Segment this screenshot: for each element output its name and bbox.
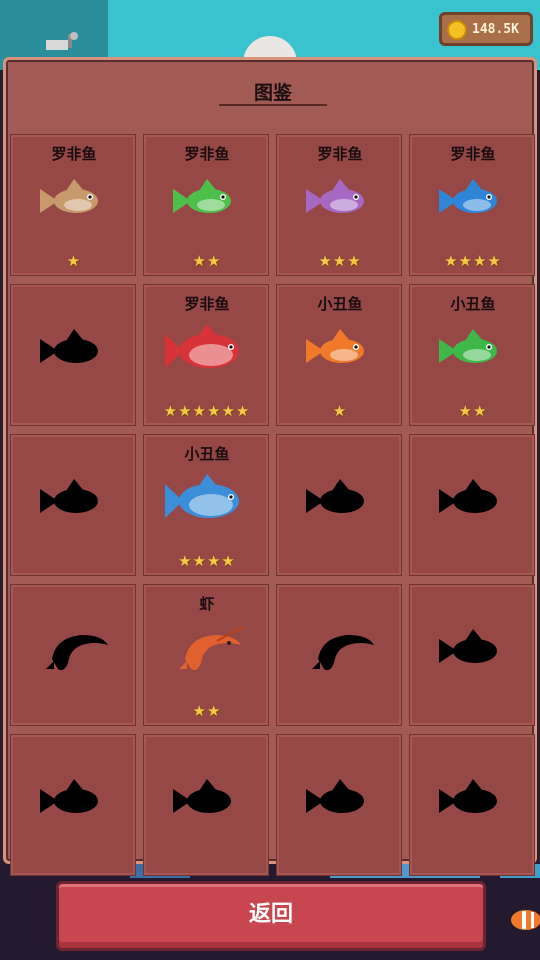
- clownfish-blue-icon: [157, 469, 257, 533]
- star-rating: ★: [332, 402, 348, 420]
- locked-collection-slot[interactable]: [409, 734, 535, 876]
- star-rating: ★★★★★★: [163, 402, 251, 420]
- locked-collection-slot[interactable]: [143, 734, 269, 876]
- star-rating: ★★: [192, 252, 222, 270]
- creature-name: 小丑鱼: [317, 295, 363, 313]
- fishing-hook-icon: [46, 32, 78, 50]
- locked-fish-silhouette-icon: [24, 469, 124, 533]
- star-rating: ★★: [458, 402, 488, 420]
- locked-fish-silhouette-icon: [423, 469, 523, 533]
- collection-slot[interactable]: 罗非鱼 ★★★★★★: [143, 284, 269, 426]
- locked-fish-silhouette-icon: [423, 769, 523, 833]
- locked-collection-slot[interactable]: [276, 584, 402, 726]
- tilapia-purple-fish-icon: [290, 169, 390, 233]
- locked-collection-slot[interactable]: [10, 584, 136, 726]
- locked-shrimp-silhouette-icon: [290, 619, 390, 683]
- collection-slot[interactable]: 小丑鱼 ★: [276, 284, 402, 426]
- collection-panel: 图鉴 罗非鱼 ★ 罗非鱼 ★★ 罗非鱼 ★★★ 罗非鱼 ★★★★ 罗非鱼 ★★★…: [3, 57, 537, 876]
- collection-slot[interactable]: 罗非鱼 ★★: [143, 134, 269, 276]
- tilapia-blue-fish-icon: [423, 169, 523, 233]
- collection-slot[interactable]: 罗非鱼 ★★★: [276, 134, 402, 276]
- locked-collection-slot[interactable]: [10, 434, 136, 576]
- creature-name: 罗非鱼: [184, 145, 230, 163]
- creature-name: 罗非鱼: [184, 295, 230, 313]
- locked-fish-silhouette-icon: [157, 769, 257, 833]
- star-rating: ★: [66, 252, 82, 270]
- star-rating: ★★★: [318, 252, 362, 270]
- locked-collection-slot[interactable]: [276, 734, 402, 876]
- locked-fish-silhouette-icon: [24, 769, 124, 833]
- creature-name: 罗非鱼: [51, 145, 97, 163]
- coin-counter: 148.5K: [439, 12, 533, 46]
- page-title: 图鉴: [253, 82, 292, 104]
- locked-collection-slot[interactable]: [276, 434, 402, 576]
- locked-collection-slot[interactable]: [409, 434, 535, 576]
- clownfish-orange-icon: [290, 319, 390, 383]
- creature-name: 虾: [199, 595, 215, 613]
- collection-slot[interactable]: 罗非鱼 ★★★★: [409, 134, 535, 276]
- collection-slot[interactable]: 小丑鱼 ★★: [409, 284, 535, 426]
- collection-slot[interactable]: 小丑鱼 ★★★★: [143, 434, 269, 576]
- clownfish-scene-icon: [511, 910, 540, 930]
- star-rating: ★★: [192, 702, 222, 720]
- tilapia-brown-fish-icon: [24, 169, 124, 233]
- locked-fish-silhouette-icon: [290, 469, 390, 533]
- locked-shrimp-silhouette-icon: [24, 619, 124, 683]
- creature-name: 罗非鱼: [317, 145, 363, 163]
- title-divider: [219, 104, 327, 106]
- star-rating: ★★★★: [444, 252, 502, 270]
- tilapia-green-fish-icon: [157, 169, 257, 233]
- back-button[interactable]: 返回: [56, 881, 486, 951]
- shrimp-orange-icon: [157, 619, 257, 683]
- creature-name: 罗非鱼: [450, 145, 496, 163]
- locked-collection-slot[interactable]: [409, 584, 535, 726]
- locked-fish-silhouette-icon: [423, 619, 523, 683]
- collection-slot[interactable]: 虾 ★★: [143, 584, 269, 726]
- creature-name: 小丑鱼: [184, 445, 230, 463]
- locked-fish-silhouette-icon: [24, 319, 124, 383]
- star-rating: ★★★★: [178, 552, 236, 570]
- gold-coin-icon: [447, 20, 467, 40]
- tilapia-red-fish-icon: [157, 319, 257, 383]
- creature-name: 小丑鱼: [450, 295, 496, 313]
- locked-fish-silhouette-icon: [290, 769, 390, 833]
- locked-collection-slot[interactable]: [10, 734, 136, 876]
- collection-slot[interactable]: 罗非鱼 ★: [10, 134, 136, 276]
- clownfish-green-icon: [423, 319, 523, 383]
- locked-collection-slot[interactable]: [10, 284, 136, 426]
- coin-amount: 148.5K: [472, 22, 519, 37]
